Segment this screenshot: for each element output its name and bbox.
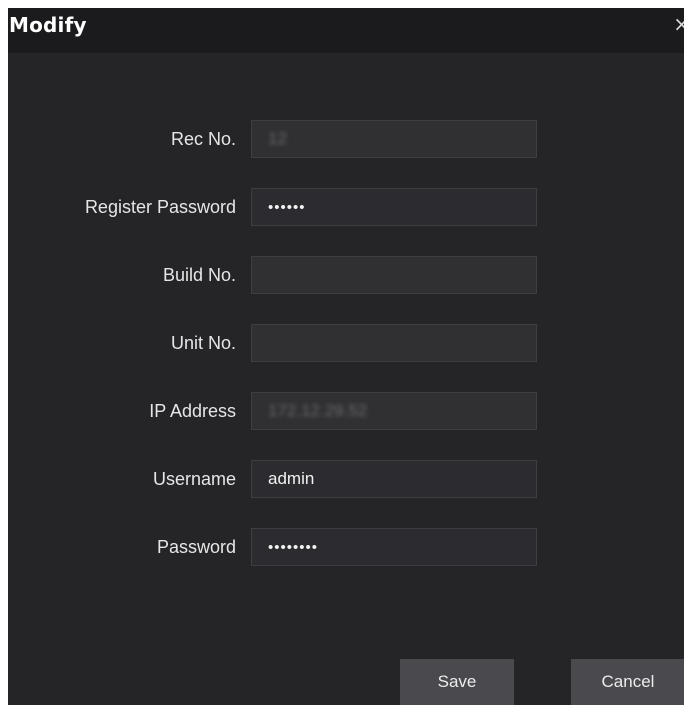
register-password-row: Register Password •••••• xyxy=(8,188,684,228)
ip-address-label: IP Address xyxy=(149,401,236,421)
rec-no-row: Rec No. 12 xyxy=(8,120,684,160)
password-row: Password •••••••• xyxy=(8,528,684,568)
username-field[interactable]: admin xyxy=(251,460,537,498)
build-no-label: Build No. xyxy=(162,265,236,285)
unit-no-field xyxy=(251,324,537,362)
build-no-row: Build No. xyxy=(8,256,684,296)
password-label: Password xyxy=(156,537,236,557)
ip-address-field: 172.12.29.52 xyxy=(251,392,537,430)
ip-address-row: IP Address 172.12.29.52 xyxy=(8,392,684,432)
password-value: •••••••• xyxy=(268,539,319,556)
unit-no-label: Unit No. xyxy=(170,333,236,353)
register-password-value: •••••• xyxy=(268,199,306,216)
rec-no-value: 12 xyxy=(268,129,287,148)
cancel-button[interactable]: Cancel xyxy=(571,659,684,705)
dialog-title: Modify xyxy=(9,13,87,37)
build-no-field xyxy=(251,256,537,294)
unit-no-row: Unit No. xyxy=(8,324,684,364)
register-password-label: Register Password xyxy=(84,197,236,217)
username-label: Username xyxy=(152,469,236,489)
rec-no-field: 12 xyxy=(251,120,537,158)
username-value: admin xyxy=(268,469,315,488)
username-row: Username admin xyxy=(8,460,684,500)
rec-no-label: Rec No. xyxy=(170,129,236,149)
register-password-field[interactable]: •••••• xyxy=(251,188,537,226)
ip-address-value: 172.12.29.52 xyxy=(268,401,368,420)
password-field[interactable]: •••••••• xyxy=(251,528,537,566)
close-icon[interactable]: × xyxy=(673,12,684,36)
modify-dialog: Modify × Rec No. 12 Register Password ••… xyxy=(8,8,684,705)
save-button[interactable]: Save xyxy=(400,659,514,705)
dialog-titlebar: Modify × xyxy=(8,8,684,53)
